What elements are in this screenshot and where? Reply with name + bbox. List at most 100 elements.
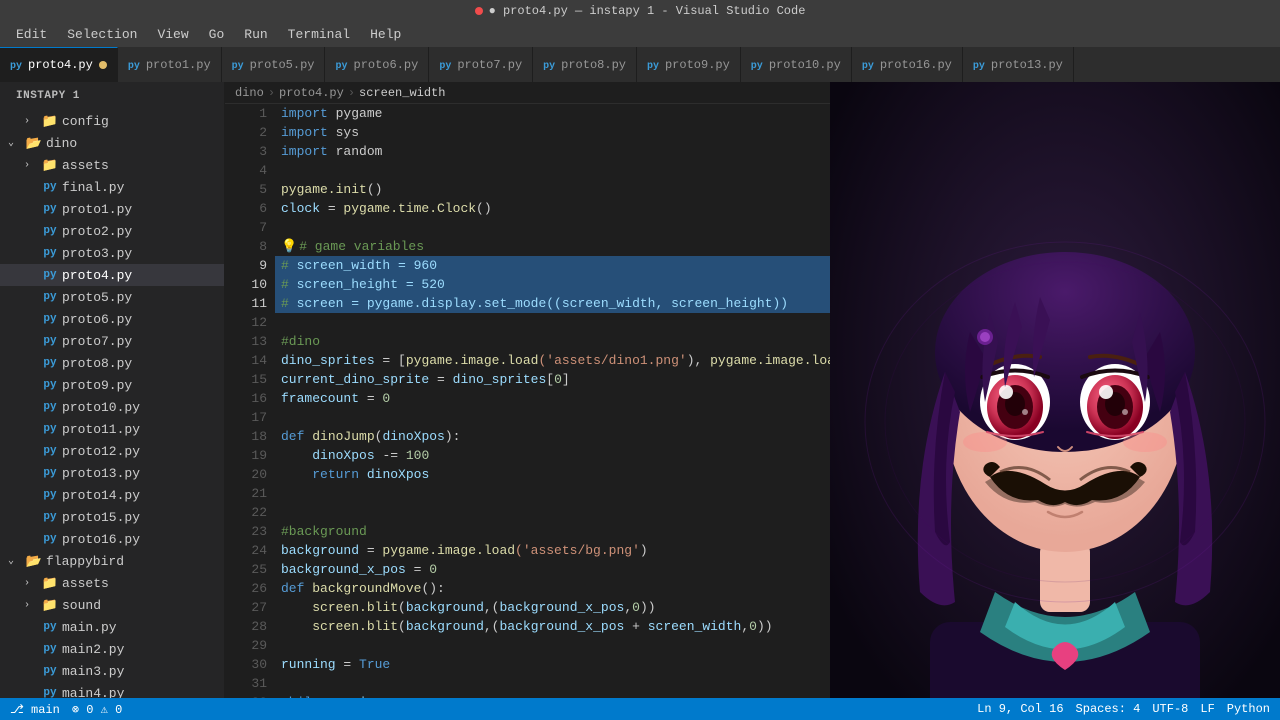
- sidebar-title[interactable]: INSTAPY 1: [0, 82, 224, 110]
- sidebar-item-proto13-py[interactable]: pyproto13.py: [0, 462, 224, 484]
- sidebar-item-proto15-py[interactable]: pyproto15.py: [0, 506, 224, 528]
- python-file-icon: py: [42, 201, 58, 217]
- menu-item-view[interactable]: View: [149, 25, 196, 44]
- git-branch[interactable]: ⎇ main: [10, 702, 60, 717]
- sidebar-item-proto10-py[interactable]: pyproto10.py: [0, 396, 224, 418]
- sidebar-item-config[interactable]: ›📁config: [0, 110, 224, 132]
- menu-item-selection[interactable]: Selection: [59, 25, 145, 44]
- tabbar: pyproto4.pypyproto1.pypyproto5.pypyproto…: [0, 47, 1280, 82]
- breadcrumb-part[interactable]: dino: [235, 86, 264, 100]
- token: screen.blit: [312, 598, 398, 617]
- sidebar-item-proto1-py[interactable]: py proto1.py: [0, 198, 224, 220]
- sidebar-item-assets[interactable]: ›📁assets: [0, 572, 224, 594]
- token: backgroundMove: [312, 579, 421, 598]
- menu-item-edit[interactable]: Edit: [8, 25, 55, 44]
- file-icon: py: [751, 58, 763, 72]
- token: pygame.image.load: [406, 351, 539, 370]
- menu-item-run[interactable]: Run: [236, 25, 275, 44]
- tab-proto7-py[interactable]: pyproto7.py: [429, 47, 533, 82]
- line-number: 1: [233, 104, 267, 123]
- file-icon: py: [335, 58, 347, 72]
- sidebar-item-proto11-py[interactable]: pyproto11.py: [0, 418, 224, 440]
- token: running: [281, 655, 336, 674]
- sidebar-item-main4-py[interactable]: pymain4.py: [0, 682, 224, 698]
- language[interactable]: Python: [1227, 702, 1270, 716]
- tab-proto1-py[interactable]: pyproto1.py: [118, 47, 222, 82]
- sidebar-item-label: proto16.py: [62, 532, 140, 547]
- token: clock: [281, 199, 320, 218]
- tab-proto9-py[interactable]: pyproto9.py: [637, 47, 741, 82]
- tab-proto4-py[interactable]: pyproto4.py: [0, 47, 118, 82]
- cursor-position[interactable]: Ln 9, Col 16: [977, 702, 1063, 716]
- line-number: 17: [233, 408, 267, 427]
- token: =: [336, 655, 359, 674]
- breadcrumb-part[interactable]: screen_width: [359, 86, 445, 100]
- sidebar-item-dino[interactable]: ⌄📂dino: [0, 132, 224, 154]
- line-number: 8: [233, 237, 267, 256]
- sidebar-item-proto12-py[interactable]: pyproto12.py: [0, 440, 224, 462]
- sidebar-item-sound[interactable]: ›📁sound: [0, 594, 224, 616]
- tab-proto5-py[interactable]: pyproto5.py: [222, 47, 326, 82]
- token: #: [281, 256, 297, 275]
- token: screen_height = 520: [297, 275, 445, 294]
- python-file-icon: py: [42, 531, 58, 547]
- menu-item-terminal[interactable]: Terminal: [280, 25, 358, 44]
- eol[interactable]: LF: [1200, 702, 1214, 716]
- tab-label: proto6.py: [354, 58, 419, 72]
- sidebar-item-proto3-py[interactable]: pyproto3.py: [0, 242, 224, 264]
- token: ,(: [484, 617, 500, 636]
- chevron-icon: ⌄: [8, 137, 22, 149]
- breadcrumb-part[interactable]: proto4.py: [279, 86, 344, 100]
- sidebar-item-label: main4.py: [62, 686, 124, 699]
- sidebar-item-proto2-py[interactable]: pyproto2.py: [0, 220, 224, 242]
- menu-item-help[interactable]: Help: [362, 25, 409, 44]
- token: ),: [687, 351, 710, 370]
- token: screen_width: [648, 617, 742, 636]
- token: -=: [375, 446, 406, 465]
- file-icon: py: [232, 58, 244, 72]
- breadcrumb-separator: ›: [348, 86, 355, 100]
- line-number: 11: [233, 294, 267, 313]
- token: ]: [562, 370, 570, 389]
- sidebar-item-assets[interactable]: ›📁assets: [0, 154, 224, 176]
- token: (): [476, 199, 492, 218]
- token: dino_sprites: [281, 351, 375, 370]
- line-number: 23: [233, 522, 267, 541]
- sidebar-item-proto7-py[interactable]: pyproto7.py: [0, 330, 224, 352]
- sidebar-item-proto16-py[interactable]: py proto16.py: [0, 528, 224, 550]
- sidebar-item-proto4-py[interactable]: pyproto4.py: [0, 264, 224, 286]
- sidebar-item-final-py[interactable]: pyfinal.py: [0, 176, 224, 198]
- sidebar-item-proto9-py[interactable]: pyproto9.py: [0, 374, 224, 396]
- menu-item-go[interactable]: Go: [201, 25, 233, 44]
- token: ,: [741, 617, 749, 636]
- sidebar-item-proto6-py[interactable]: pyproto6.py: [0, 308, 224, 330]
- tab-proto16-py[interactable]: pyproto16.py: [852, 47, 963, 82]
- sidebar-item-label: proto1.py: [62, 202, 132, 217]
- line-number: 3: [233, 142, 267, 161]
- error-count[interactable]: ⊗ 0 ⚠ 0: [72, 702, 122, 717]
- sidebar-item-proto14-py[interactable]: pyproto14.py: [0, 484, 224, 506]
- indentation[interactable]: Spaces: 4: [1076, 702, 1141, 716]
- sidebar-item-main-py[interactable]: pymain.py: [0, 616, 224, 638]
- sidebar-item-flappybird[interactable]: ⌄📂flappybird: [0, 550, 224, 572]
- tab-proto13-py[interactable]: pyproto13.py: [963, 47, 1074, 82]
- token: 100: [406, 446, 429, 465]
- sidebar-item-proto8-py[interactable]: pyproto8.py: [0, 352, 224, 374]
- token: ('assets/dino1.png': [538, 351, 686, 370]
- sidebar-item-proto5-py[interactable]: pyproto5.py: [0, 286, 224, 308]
- token: 0: [382, 389, 390, 408]
- tab-label: proto7.py: [457, 58, 522, 72]
- file-icon: py: [862, 58, 874, 72]
- line-number: 19: [233, 446, 267, 465]
- token: (: [398, 617, 406, 636]
- encoding[interactable]: UTF-8: [1152, 702, 1188, 716]
- sidebar-item-main2-py[interactable]: pymain2.py: [0, 638, 224, 660]
- token: (: [375, 427, 383, 446]
- sidebar-item-main3-py[interactable]: pymain3.py: [0, 660, 224, 682]
- tab-proto10-py[interactable]: pyproto10.py: [741, 47, 852, 82]
- tab-proto6-py[interactable]: py proto6.py: [325, 47, 429, 82]
- token: =: [429, 370, 452, 389]
- tab-label: proto1.py: [146, 58, 211, 72]
- tab-label: proto8.py: [561, 58, 626, 72]
- tab-proto8-py[interactable]: pyproto8.py: [533, 47, 637, 82]
